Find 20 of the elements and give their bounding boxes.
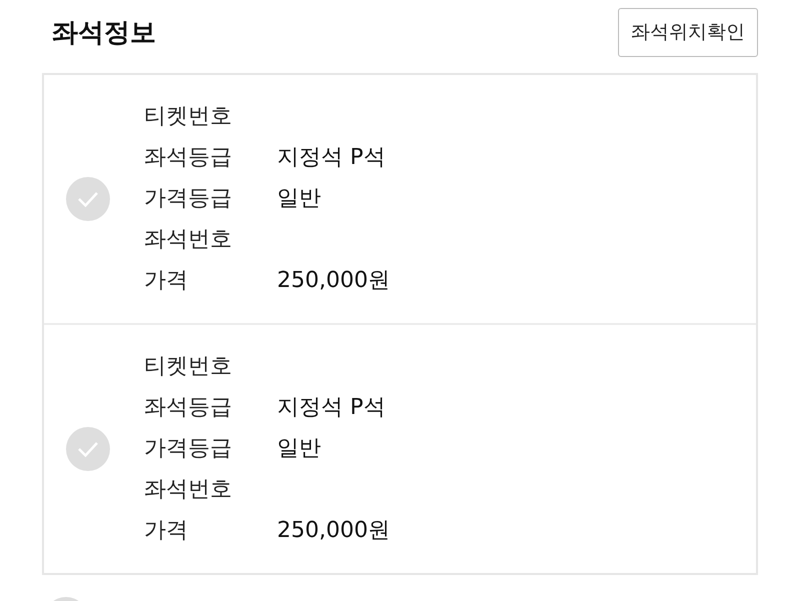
field-value: 일반 xyxy=(277,435,322,463)
field-label: 티켓번호 xyxy=(144,103,233,131)
field-value: 지정석 P석 xyxy=(277,144,386,172)
field-value: 250,000원 xyxy=(277,267,390,295)
field-label: 가격등급 xyxy=(144,435,233,463)
field-label: 좌석등급 xyxy=(144,144,233,172)
section-title: 좌석정보 xyxy=(52,16,156,50)
seat-location-button[interactable]: 좌석위치확인 xyxy=(618,8,758,56)
field-label: 좌석번호 xyxy=(144,476,233,504)
check-icon[interactable] xyxy=(66,177,110,221)
field-label: 가격등급 xyxy=(144,185,233,213)
field-label: 티켓번호 xyxy=(144,353,233,381)
field-value: 지정석 P석 xyxy=(277,394,386,422)
field-label: 좌석번호 xyxy=(144,226,233,254)
field-value: 250,000원 xyxy=(277,517,390,545)
check-icon[interactable] xyxy=(66,427,110,471)
field-value: 일반 xyxy=(277,185,322,213)
field-label: 좌석등급 xyxy=(144,394,233,422)
field-label: 가격 xyxy=(144,517,189,545)
field-label: 가격 xyxy=(144,267,189,295)
